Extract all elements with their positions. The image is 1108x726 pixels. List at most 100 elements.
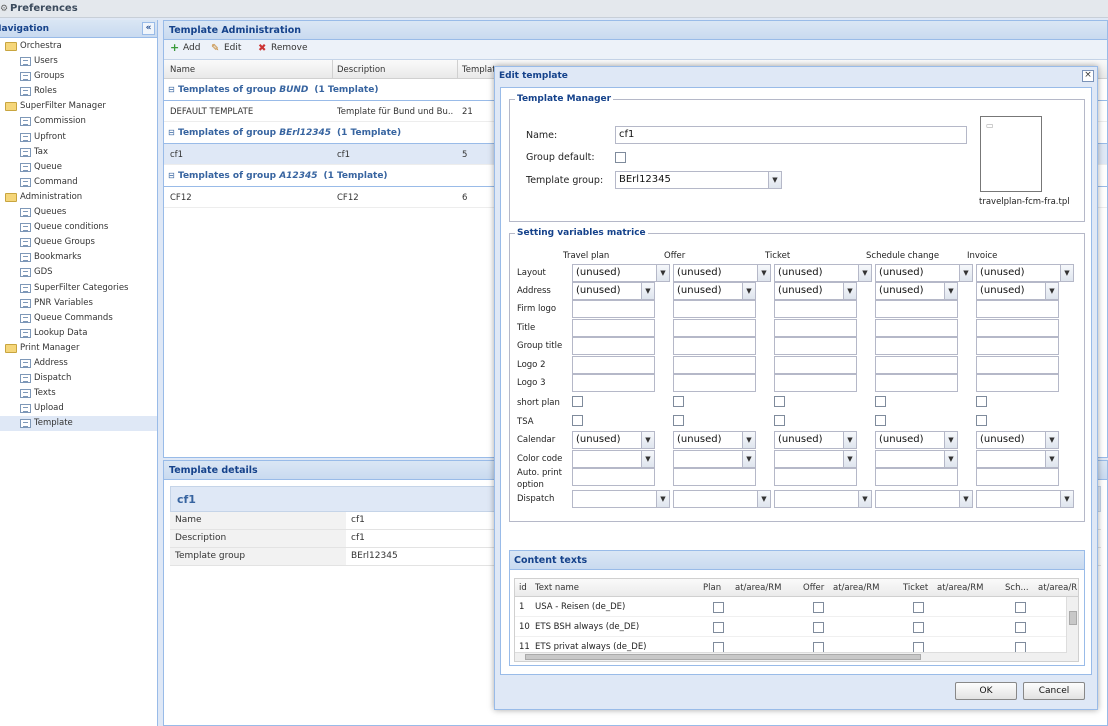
matrix-checkbox[interactable] [572,415,583,426]
matrix-select[interactable]: (unused) ▼ [774,431,857,449]
nav-tree-item[interactable]: SuperFilter Manager [0,99,157,114]
nav-tree-item[interactable]: Upload [0,401,157,416]
chevron-down-icon[interactable]: ▼ [757,491,770,507]
matrix-text-field[interactable] [875,356,958,374]
matrix-text-field[interactable] [875,300,958,318]
collapse-group-icon[interactable]: ⊟ [168,171,175,180]
remove-button[interactable]: ✖ Remove [258,43,308,54]
matrix-checkbox[interactable] [673,415,684,426]
matrix-text-field[interactable] [774,468,857,486]
chevron-down-icon[interactable]: ▼ [768,172,781,188]
matrix-select[interactable]: ▼ [976,450,1059,468]
matrix-text-field[interactable] [673,337,756,355]
nav-tree-item[interactable]: Bookmarks [0,250,157,265]
chevron-down-icon[interactable]: ▼ [944,451,957,467]
matrix-text-field[interactable] [976,319,1059,337]
matrix-text-field[interactable] [875,374,958,392]
nav-tree-item[interactable]: Orchestra [0,39,157,54]
nav-tree-item[interactable]: Queue Commands [0,311,157,326]
matrix-select[interactable]: (unused) ▼ [774,282,857,300]
chevron-down-icon[interactable]: ▼ [944,432,957,448]
chevron-down-icon[interactable]: ▼ [1045,451,1058,467]
template-preview[interactable]: ▭ [980,116,1042,192]
matrix-text-field[interactable] [976,356,1059,374]
nav-tree-item[interactable]: Dispatch [0,371,157,386]
nav-tree-item[interactable]: Address [0,356,157,371]
cancel-button[interactable]: Cancel [1023,682,1085,700]
matrix-select[interactable]: ▼ [572,490,670,508]
matrix-checkbox[interactable] [673,396,684,407]
content-text-row[interactable]: 1 USA - Reisen (de_DE) [515,597,1078,617]
chevron-down-icon[interactable]: ▼ [742,432,755,448]
matrix-text-field[interactable] [976,468,1059,486]
content-column-header[interactable]: at/area/RM [735,583,781,593]
group-default-checkbox[interactable] [615,152,626,163]
scroll-thumb[interactable] [1069,611,1077,625]
vertical-scrollbar[interactable] [1066,597,1078,661]
chevron-down-icon[interactable]: ▼ [843,283,856,299]
chevron-down-icon[interactable]: ▼ [656,265,669,281]
matrix-select[interactable]: (unused) ▼ [673,264,771,282]
nav-tree-item[interactable]: GDS [0,265,157,280]
matrix-text-field[interactable] [774,319,857,337]
edit-button[interactable]: ✎ Edit [211,43,241,54]
content-column-header[interactable]: Text name [535,583,579,593]
chevron-down-icon[interactable]: ▼ [1060,265,1073,281]
content-column-header[interactable]: Ticket [903,583,928,593]
scroll-thumb[interactable] [525,654,921,660]
matrix-text-field[interactable] [572,374,655,392]
content-checkbox[interactable] [1015,622,1026,633]
matrix-text-field[interactable] [774,356,857,374]
add-button[interactable]: + Add [170,42,200,53]
chevron-down-icon[interactable]: ▼ [959,491,972,507]
content-column-header[interactable]: Plan [703,583,721,593]
matrix-text-field[interactable] [572,468,655,486]
content-column-header[interactable]: Offer [803,583,824,593]
matrix-text-field[interactable] [976,374,1059,392]
name-field[interactable]: cf1 [615,126,967,144]
matrix-select[interactable]: ▼ [774,490,872,508]
collapse-group-icon[interactable]: ⊟ [168,128,175,137]
matrix-text-field[interactable] [875,319,958,337]
nav-tree-item[interactable]: Queue Groups [0,235,157,250]
matrix-select[interactable]: (unused) ▼ [875,264,973,282]
content-checkbox[interactable] [913,622,924,633]
matrix-select[interactable]: (unused) ▼ [673,282,756,300]
nav-tree-item[interactable]: Queues [0,205,157,220]
content-text-row[interactable]: 10 ETS BSH always (de_DE) [515,617,1078,637]
matrix-select[interactable]: (unused) ▼ [572,264,670,282]
chevron-down-icon[interactable]: ▼ [1045,432,1058,448]
matrix-text-field[interactable] [774,374,857,392]
matrix-checkbox[interactable] [976,396,987,407]
column-separator[interactable] [332,60,333,79]
nav-tree-item[interactable]: Lookup Data [0,326,157,341]
chevron-down-icon[interactable]: ▼ [641,283,654,299]
collapse-navigation-button[interactable]: « [142,22,155,35]
matrix-select[interactable]: (unused) ▼ [572,431,655,449]
matrix-text-field[interactable] [572,319,655,337]
matrix-select[interactable]: ▼ [976,490,1074,508]
matrix-select[interactable]: ▼ [572,450,655,468]
chevron-down-icon[interactable]: ▼ [1060,491,1073,507]
chevron-down-icon[interactable]: ▼ [959,265,972,281]
nav-tree-item[interactable]: Template [0,416,157,432]
nav-tree-item[interactable]: Print Manager [0,341,157,356]
chevron-down-icon[interactable]: ▼ [1045,283,1058,299]
column-header-templates[interactable]: Templat [462,65,496,75]
nav-tree-item[interactable]: Tax [0,145,157,160]
nav-tree-item[interactable]: Queue [0,160,157,175]
nav-tree-item[interactable]: PNR Variables [0,296,157,311]
column-header-name[interactable]: Name [170,65,195,75]
content-checkbox[interactable] [713,622,724,633]
chevron-down-icon[interactable]: ▼ [944,283,957,299]
nav-tree-item[interactable]: SuperFilter Categories [0,281,157,296]
matrix-text-field[interactable] [673,319,756,337]
matrix-text-field[interactable] [673,300,756,318]
matrix-checkbox[interactable] [875,396,886,407]
matrix-text-field[interactable] [673,356,756,374]
matrix-select[interactable]: (unused) ▼ [976,431,1059,449]
chevron-down-icon[interactable]: ▼ [742,283,755,299]
matrix-text-field[interactable] [572,337,655,355]
matrix-text-field[interactable] [774,300,857,318]
nav-tree-item[interactable]: Groups [0,69,157,84]
